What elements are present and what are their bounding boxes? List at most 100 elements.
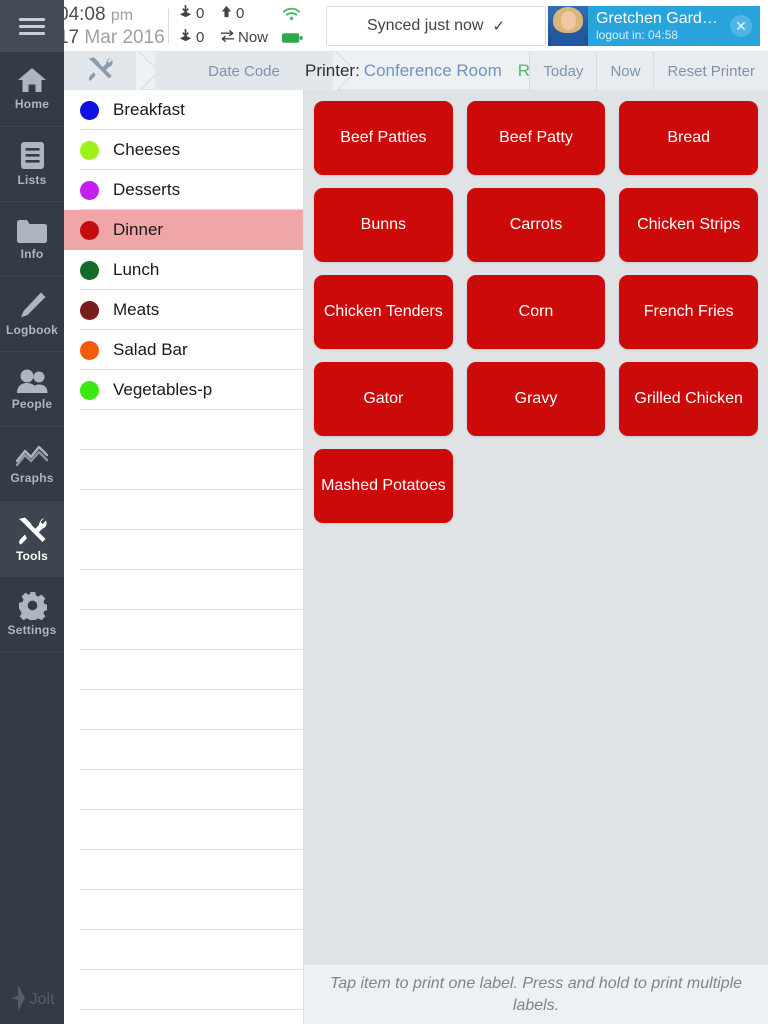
category-row-empty	[64, 570, 303, 610]
category-row[interactable]: Cheeses	[64, 130, 303, 170]
sidebar-item-label: People	[11, 396, 53, 411]
battery-icon	[282, 32, 312, 44]
item-tile[interactable]: Beef Patty	[466, 101, 606, 175]
item-tile[interactable]: Chicken Tenders	[314, 275, 453, 349]
category-color-dot	[80, 140, 99, 160]
hamburger-icon[interactable]	[0, 0, 64, 52]
clock-time: 04:08	[58, 4, 106, 25]
category-color-dot	[80, 380, 99, 400]
sidebar-item-graphs[interactable]: Graphs	[0, 427, 64, 502]
item-tile[interactable]: Corn	[466, 275, 606, 349]
category-row-empty	[64, 490, 303, 530]
item-tile[interactable]: Grilled Chicken	[619, 362, 758, 436]
download-stat-2: 0	[178, 28, 220, 47]
sidebar-item-label: Graphs	[10, 470, 54, 485]
category-row[interactable]: Vegetables-p	[64, 370, 303, 410]
item-tile[interactable]: Mashed Potatoes	[314, 449, 453, 523]
category-label: Meats	[113, 300, 160, 319]
avatar-body	[551, 33, 585, 46]
download-stat-1: 0	[178, 4, 220, 23]
sidebar-item-label: Info	[20, 246, 44, 261]
category-label: Salad Bar	[113, 340, 188, 359]
category-row[interactable]: Meats	[64, 290, 303, 330]
category-row-empty	[64, 850, 303, 890]
header-divider	[168, 8, 169, 43]
close-icon[interactable]: ✕	[730, 15, 752, 37]
sidebar-item-lists[interactable]: Lists	[0, 127, 64, 202]
sidebar-item-label: Logbook	[5, 323, 59, 337]
user-logout-timer: logout in: 04:58	[596, 28, 679, 42]
category-row-empty	[64, 810, 303, 850]
category-color-dot	[80, 220, 99, 240]
user-badge[interactable]: Gretchen Gard… logout in: 04:58 ✕	[548, 6, 760, 46]
download-icon	[178, 4, 193, 23]
breadcrumb-tools[interactable]	[64, 52, 136, 90]
clock-ampm: pm	[110, 7, 134, 24]
hammer-wrench-icon	[86, 56, 114, 87]
download-count-1: 0	[196, 5, 205, 22]
breadcrumb-label: Date Code	[208, 62, 280, 80]
item-tile[interactable]: Carrots	[466, 188, 606, 262]
people-icon	[16, 368, 49, 394]
check-icon: ✓	[492, 17, 506, 35]
item-tile[interactable]: Beef Patties	[314, 101, 453, 175]
category-row-empty	[64, 930, 303, 970]
category-label: Dinner	[113, 220, 164, 239]
sidebar-item-tools[interactable]: Tools	[0, 502, 64, 577]
category-color-dot	[80, 340, 99, 360]
item-tile[interactable]: Gator	[314, 362, 453, 436]
category-row-empty	[64, 450, 303, 490]
category-row[interactable]: Salad Bar	[64, 330, 303, 370]
item-tile[interactable]: Bunns	[314, 188, 453, 262]
category-row[interactable]: Desserts	[64, 170, 303, 210]
download-count-2: 0	[196, 29, 205, 46]
printer-name[interactable]: Conference Room	[364, 61, 502, 81]
item-tile[interactable]: Bread	[619, 101, 758, 175]
category-color-dot	[80, 100, 99, 120]
sidebar-item-home[interactable]: Home	[0, 52, 64, 127]
sidebar-item-logbook[interactable]: Logbook	[0, 277, 64, 352]
upload-stat: 0	[220, 4, 282, 23]
category-label: Breakfast	[113, 100, 185, 119]
breadcrumb-printer-bar: Date Code Printer: Conference Room Ready…	[64, 52, 768, 90]
clock: 04:08 pm 17 Mar 2016	[58, 4, 166, 47]
category-row-empty	[64, 970, 303, 1010]
category-row[interactable]: Dinner	[64, 210, 303, 250]
now-button[interactable]: Now	[596, 52, 654, 90]
category-row[interactable]: Breakfast	[64, 90, 303, 130]
category-row-empty	[64, 690, 303, 730]
avatar	[548, 6, 588, 46]
item-panel: Beef Patties Beef Patty Bread Bunns Carrots C…	[304, 90, 768, 1024]
transfer-icon	[220, 29, 235, 47]
sidebar-item-settings[interactable]: Settings	[0, 577, 64, 652]
item-tile[interactable]: Chicken Strips	[619, 188, 758, 262]
brand-name: Jolt	[29, 991, 55, 1008]
breadcrumb-separator	[136, 52, 155, 90]
clock-month: Mar	[84, 27, 118, 48]
item-tile[interactable]: French Fries	[619, 275, 758, 349]
folder-icon	[16, 218, 48, 244]
category-color-dot	[80, 180, 99, 200]
today-button[interactable]: Today	[529, 52, 597, 90]
category-label: Vegetables-p	[113, 380, 213, 399]
sidebar-item-info[interactable]: Info	[0, 202, 64, 277]
download-icon	[178, 28, 193, 47]
sidebar-item-people[interactable]: People	[0, 352, 64, 427]
category-row-empty	[64, 610, 303, 650]
sync-status-button[interactable]: Synced just now ✓	[326, 5, 546, 46]
sync-interval: Now	[220, 29, 282, 47]
app-root: 04:08 pm 17 Mar 2016 0 0 0 Now Synced ju…	[0, 0, 768, 1024]
sync-interval-label: Now	[238, 29, 269, 46]
category-color-dot	[80, 300, 99, 320]
category-row[interactable]: Lunch	[64, 250, 303, 290]
category-color-dot	[80, 260, 99, 280]
sidebar-item-label: Tools	[15, 548, 49, 563]
user-name: Gretchen Gard…	[596, 10, 718, 27]
top-status-bar: 04:08 pm 17 Mar 2016 0 0 0 Now Synced ju…	[0, 0, 768, 52]
category-row-empty	[64, 1010, 303, 1024]
item-tile[interactable]: Gravy	[466, 362, 606, 436]
reset-printer-button[interactable]: Reset Printer	[653, 52, 768, 90]
category-row-empty	[64, 410, 303, 450]
category-list[interactable]: Breakfast Cheeses Desserts Dinner Lunch Meats…	[64, 90, 304, 1024]
footer-hint: Tap item to print one label. Press and h…	[304, 964, 768, 1024]
